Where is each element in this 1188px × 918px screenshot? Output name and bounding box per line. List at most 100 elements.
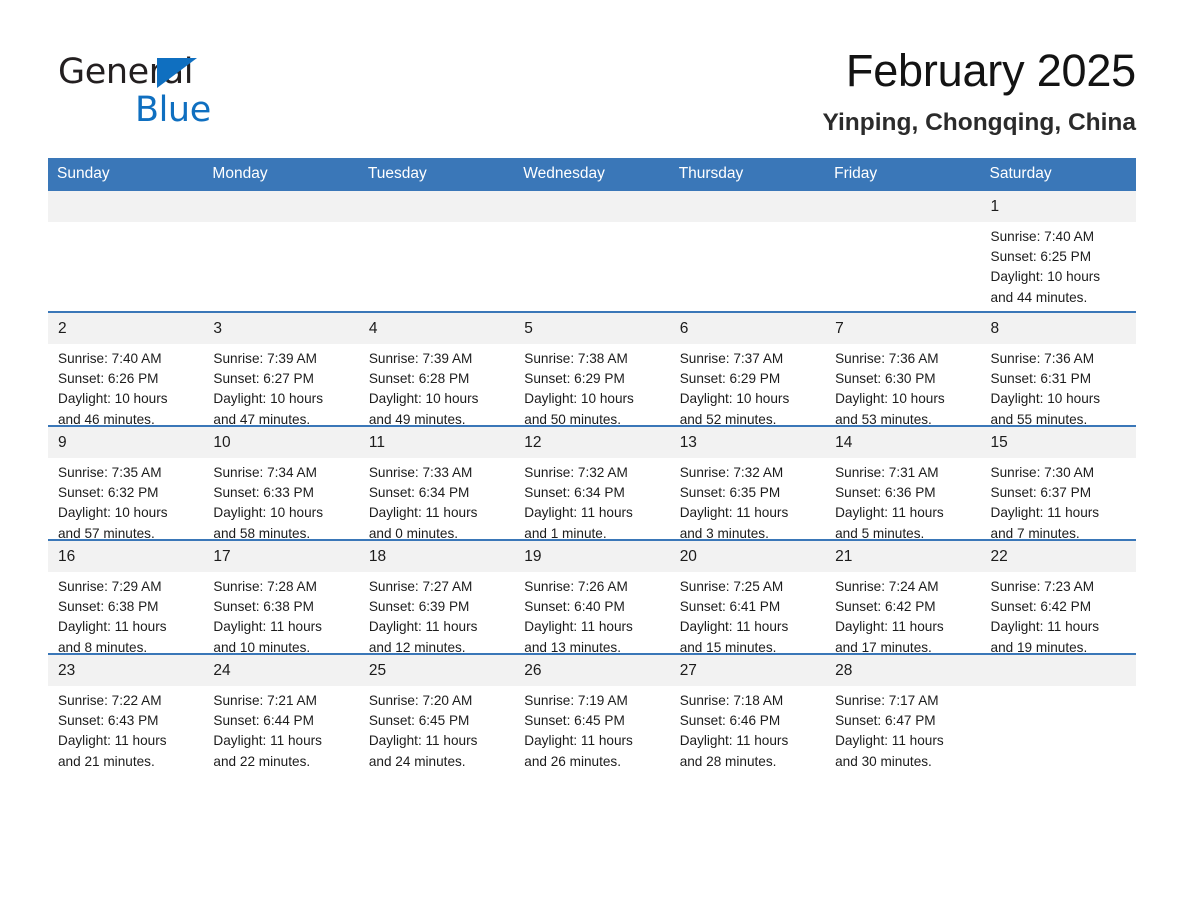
weekday-header-wednesday: Wednesday: [514, 158, 670, 191]
sunrise-time: Sunrise: 7:40 AM: [990, 229, 1095, 244]
day-cell-body: 24 Sunrise: 7:21 AM Sunset: 6:44 PM Dayligh…: [203, 655, 359, 769]
daylight-duration-line1: Daylight: 11 hours: [213, 733, 322, 749]
day-cell-body: 8 Sunrise: 7:36 AM Sunset: 6:31 PM Daylight…: [980, 313, 1136, 427]
day-sun-details: Sunrise: 7:22 AM Sunset: 6:43 PM Daylight:…: [48, 686, 203, 772]
sunrise-time: Sunrise: 7:35 AM: [58, 465, 162, 480]
calendar-day-cell[interactable]: 4 Sunrise: 7:39 AM Sunset: 6:28 PM Daylight…: [358, 311, 515, 427]
day-cell-body: [48, 191, 204, 311]
calendar-empty-cell: [669, 191, 826, 312]
page-title: February 2025: [845, 45, 1136, 96]
sunrise-time: Sunrise: 7:23 AM: [990, 579, 1095, 594]
sunset-time: Sunset: 6:46 PM: [679, 713, 781, 729]
day-number: 4: [358, 313, 515, 344]
day-sun-details: Sunrise: 7:33 AM Sunset: 6:34 PM Daylight:…: [359, 458, 514, 544]
calendar-day-cell[interactable]: 18 Sunrise: 7:27 AM Sunset: 6:39 PM Dayligh…: [358, 539, 515, 655]
calendar-day-cell[interactable]: 23 Sunrise: 7:22 AM Sunset: 6:43 PM Dayligh…: [48, 653, 204, 769]
calendar-day-cell[interactable]: 8 Sunrise: 7:36 AM Sunset: 6:31 PM Daylight…: [980, 311, 1136, 427]
day-sun-details: Sunrise: 7:39 AM Sunset: 6:28 PM Daylight:…: [359, 344, 514, 430]
sunset-time: Sunset: 6:47 PM: [835, 713, 936, 729]
daylight-duration-line2: and 24 minutes.: [368, 753, 466, 769]
day-sun-details: Sunrise: 7:39 AM Sunset: 6:27 PM Daylight:…: [203, 344, 358, 430]
sunset-time: Sunset: 6:31 PM: [990, 371, 1092, 387]
day-cell-body: 23 Sunrise: 7:22 AM Sunset: 6:43 PM Dayligh…: [48, 655, 204, 769]
sunrise-time: Sunrise: 7:32 AM: [679, 465, 784, 480]
day-cell-body: 17 Sunrise: 7:28 AM Sunset: 6:38 PM Dayligh…: [203, 541, 359, 655]
day-number: 22: [980, 541, 1136, 572]
calendar-day-cell[interactable]: 11 Sunrise: 7:33 AM Sunset: 6:34 PM Dayligh…: [358, 425, 515, 541]
calendar-day-cell[interactable]: 10 Sunrise: 7:34 AM Sunset: 6:33 PM Dayligh…: [203, 425, 359, 541]
day-number: 1: [980, 191, 1136, 222]
calendar-day-cell[interactable]: 28 Sunrise: 7:17 AM Sunset: 6:47 PM Dayligh…: [825, 653, 981, 769]
logo-text-blue: Blue: [135, 90, 211, 130]
day-number: 7: [825, 313, 981, 344]
calendar-day-cell[interactable]: 9 Sunrise: 7:35 AM Sunset: 6:32 PM Daylight…: [48, 425, 204, 541]
day-number: 13: [669, 427, 826, 458]
day-cell-body: 7 Sunrise: 7:36 AM Sunset: 6:30 PM Daylight…: [825, 313, 981, 427]
calendar-day-cell[interactable]: 22 Sunrise: 7:23 AM Sunset: 6:42 PM Dayligh…: [980, 539, 1136, 655]
calendar-head: Sunday Monday Tuesday Wednesday Thursday…: [48, 158, 1136, 191]
calendar-day-cell[interactable]: 27 Sunrise: 7:18 AM Sunset: 6:46 PM Dayligh…: [669, 653, 826, 769]
daylight-duration-line1: Daylight: 10 hours: [990, 269, 1101, 285]
day-sun-details: Sunrise: 7:40 AM Sunset: 6:26 PM Daylight:…: [48, 344, 203, 430]
day-sun-details: Sunrise: 7:28 AM Sunset: 6:38 PM Daylight:…: [203, 572, 358, 658]
calendar-day-cell[interactable]: 24 Sunrise: 7:21 AM Sunset: 6:44 PM Dayligh…: [203, 653, 359, 769]
day-cell-body: 22 Sunrise: 7:23 AM Sunset: 6:42 PM Dayligh…: [980, 541, 1136, 655]
day-sun-details: Sunrise: 7:18 AM Sunset: 6:46 PM Daylight:…: [670, 686, 825, 772]
day-cell-body: [514, 191, 670, 311]
day-number: 10: [203, 427, 359, 458]
calendar-day-cell[interactable]: 26 Sunrise: 7:19 AM Sunset: 6:45 PM Dayligh…: [514, 653, 670, 769]
day-number: 3: [203, 313, 359, 344]
day-cell-body: 25 Sunrise: 7:20 AM Sunset: 6:45 PM Dayligh…: [358, 655, 515, 769]
sunset-time: Sunset: 6:37 PM: [990, 485, 1092, 501]
day-number: 15: [980, 427, 1136, 458]
calendar-day-cell[interactable]: 15 Sunrise: 7:30 AM Sunset: 6:37 PM Dayligh…: [980, 425, 1136, 541]
sunset-time: Sunset: 6:34 PM: [524, 485, 625, 501]
day-number: 11: [358, 427, 515, 458]
calendar-day-cell[interactable]: 21 Sunrise: 7:24 AM Sunset: 6:42 PM Dayligh…: [825, 539, 981, 655]
sunset-time: Sunset: 6:40 PM: [524, 599, 625, 615]
day-sun-details: Sunrise: 7:35 AM Sunset: 6:32 PM Daylight:…: [48, 458, 203, 544]
day-sun-details: Sunrise: 7:21 AM Sunset: 6:44 PM Daylight:…: [203, 686, 358, 772]
calendar-day-cell[interactable]: 2 Sunrise: 7:40 AM Sunset: 6:26 PM Daylight…: [48, 311, 204, 427]
general-blue-logo[interactable]: General Blue: [58, 52, 358, 132]
day-number: [48, 191, 204, 222]
sunrise-time: Sunrise: 7:39 AM: [213, 351, 317, 366]
day-sun-details: Sunrise: 7:29 AM Sunset: 6:38 PM Daylight:…: [48, 572, 203, 658]
triangle-logo-icon: [157, 58, 197, 88]
sunset-time: Sunset: 6:28 PM: [368, 371, 470, 387]
weekday-header-monday: Monday: [203, 158, 359, 191]
calendar-day-cell[interactable]: 1 Sunrise: 7:40 AM Sunset: 6:25 PM Daylight…: [980, 191, 1136, 312]
calendar-day-cell[interactable]: 14 Sunrise: 7:31 AM Sunset: 6:36 PM Dayligh…: [825, 425, 981, 541]
day-sun-details: Sunrise: 7:24 AM Sunset: 6:42 PM Daylight:…: [825, 572, 980, 658]
daylight-duration-line2: and 26 minutes.: [524, 753, 621, 769]
calendar-day-cell[interactable]: 6 Sunrise: 7:37 AM Sunset: 6:29 PM Daylight…: [669, 311, 826, 427]
daylight-duration-line1: Daylight: 11 hours: [213, 619, 322, 635]
daylight-duration-line1: Daylight: 11 hours: [679, 505, 789, 521]
calendar-day-cell[interactable]: 25 Sunrise: 7:20 AM Sunset: 6:45 PM Dayligh…: [358, 653, 515, 769]
location-subtitle: Yinping, Chongqing, China: [822, 109, 1136, 136]
calendar-day-cell[interactable]: 7 Sunrise: 7:36 AM Sunset: 6:30 PM Daylight…: [825, 311, 981, 427]
calendar-day-cell[interactable]: 17 Sunrise: 7:28 AM Sunset: 6:38 PM Dayligh…: [203, 539, 359, 655]
calendar-week-row: 2 Sunrise: 7:40 AM Sunset: 6:26 PM Daylight…: [48, 311, 1136, 427]
sun-times-calendar-table: Sunday Monday Tuesday Wednesday Thursday…: [48, 158, 1136, 769]
sunrise-time: Sunrise: 7:18 AM: [679, 693, 784, 708]
daylight-duration-line1: Daylight: 10 hours: [58, 505, 168, 521]
day-cell-body: 10 Sunrise: 7:34 AM Sunset: 6:33 PM Dayligh…: [203, 427, 359, 541]
daylight-duration-line1: Daylight: 10 hours: [213, 505, 323, 521]
daylight-duration-line1: Daylight: 11 hours: [524, 505, 633, 521]
weekday-header-thursday: Thursday: [669, 158, 826, 191]
day-cell-body: 18 Sunrise: 7:27 AM Sunset: 6:39 PM Dayligh…: [358, 541, 515, 655]
calendar-day-cell[interactable]: 19 Sunrise: 7:26 AM Sunset: 6:40 PM Dayligh…: [514, 539, 670, 655]
calendar-day-cell[interactable]: 3 Sunrise: 7:39 AM Sunset: 6:27 PM Daylight…: [203, 311, 359, 427]
calendar-day-cell[interactable]: 5 Sunrise: 7:38 AM Sunset: 6:29 PM Daylight…: [514, 311, 670, 427]
sunset-time: Sunset: 6:45 PM: [368, 713, 470, 729]
day-number: 26: [514, 655, 670, 686]
calendar-day-cell[interactable]: 12 Sunrise: 7:32 AM Sunset: 6:34 PM Dayligh…: [514, 425, 670, 541]
calendar-day-cell[interactable]: 16 Sunrise: 7:29 AM Sunset: 6:38 PM Dayligh…: [48, 539, 204, 655]
calendar-day-cell[interactable]: 13 Sunrise: 7:32 AM Sunset: 6:35 PM Dayligh…: [669, 425, 826, 541]
calendar-empty-cell: [980, 653, 1136, 767]
sunset-time: Sunset: 6:45 PM: [524, 713, 625, 729]
day-sun-details: Sunrise: 7:23 AM Sunset: 6:42 PM Daylight:…: [981, 572, 1136, 658]
calendar-day-cell[interactable]: 20 Sunrise: 7:25 AM Sunset: 6:41 PM Dayligh…: [669, 539, 826, 655]
weekday-header-sunday: Sunday: [48, 158, 204, 191]
